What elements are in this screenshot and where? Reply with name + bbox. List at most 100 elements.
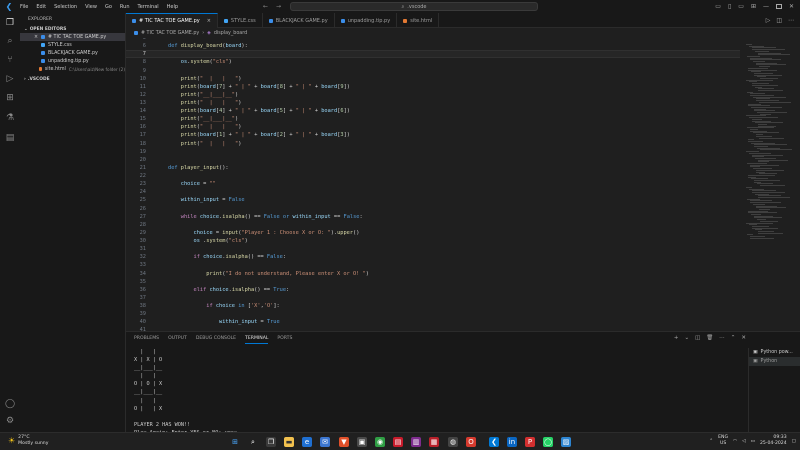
run-icon[interactable]: ▷: [766, 17, 771, 24]
notification-icon[interactable]: ▢: [792, 439, 796, 444]
menu-file[interactable]: File: [20, 4, 28, 10]
code-line[interactable]: 20: [126, 156, 740, 164]
menu-go[interactable]: Go: [105, 4, 112, 10]
code-line[interactable]: 9: [126, 66, 740, 74]
forward-arrow-icon[interactable]: →: [276, 3, 281, 10]
maximize-panel-icon[interactable]: ⌃: [731, 335, 736, 341]
code-line[interactable]: 26: [126, 205, 740, 213]
code-line[interactable]: 33: [126, 261, 740, 269]
new-terminal-icon[interactable]: +: [674, 335, 679, 341]
tab-ports[interactable]: PORTS: [277, 336, 292, 344]
app-red2-icon[interactable]: ▦: [429, 437, 439, 447]
close-icon[interactable]: ×: [34, 35, 38, 40]
minimize-icon[interactable]: —: [763, 3, 769, 10]
account-icon[interactable]: ◯: [4, 398, 16, 410]
brave-icon[interactable]: ▼: [339, 437, 349, 447]
code-line[interactable]: 12 print("__|___|__"): [126, 91, 740, 99]
folder-section[interactable]: › .VSCODE: [20, 75, 125, 83]
breadcrumb-symbol[interactable]: display_board: [214, 31, 247, 36]
linkedin-icon[interactable]: in: [507, 437, 517, 447]
app-gray-icon[interactable]: ◍: [448, 437, 458, 447]
whatsapp-icon[interactable]: ◯: [543, 437, 553, 447]
edge-icon[interactable]: e: [302, 437, 312, 447]
tab-output[interactable]: OUTPUT: [168, 336, 187, 344]
code-line[interactable]: 30 os .system("cls"): [126, 237, 740, 245]
source-control-icon[interactable]: ⑂: [4, 54, 16, 66]
settings-gear-icon[interactable]: ⚙: [4, 415, 16, 427]
code-line[interactable]: 14 print(board[4] + " | " + board[5] + "…: [126, 107, 740, 115]
speaker-icon[interactable]: ◁: [742, 439, 746, 444]
app-purple-icon[interactable]: ▥: [411, 437, 421, 447]
code-line[interactable]: 19: [126, 148, 740, 156]
code-line[interactable]: 23 choice = "": [126, 180, 740, 188]
code-line[interactable]: 38 if choice in ['X','O']:: [126, 302, 740, 310]
code-line[interactable]: 11 print(board[7] + " | " + board[8] + "…: [126, 83, 740, 91]
code-line[interactable]: 6 def display_board(board):: [126, 42, 740, 50]
wifi-icon[interactable]: ◠: [733, 439, 737, 444]
tab-terminal[interactable]: TERMINAL: [245, 336, 269, 344]
code-line[interactable]: 40 within_input = True: [126, 318, 740, 326]
code-line[interactable]: 24: [126, 188, 740, 196]
back-arrow-icon[interactable]: ←: [263, 3, 268, 10]
code-line[interactable]: 28: [126, 221, 740, 229]
more-actions-icon[interactable]: ⋯: [719, 335, 725, 341]
photos-icon[interactable]: ▨: [561, 437, 571, 447]
code-line[interactable]: 18 print(" | | "): [126, 140, 740, 148]
code-line[interactable]: 31: [126, 245, 740, 253]
command-center[interactable]: ⌕ .vscode: [290, 2, 538, 11]
opera-icon[interactable]: O: [466, 437, 476, 447]
open-editor-item[interactable]: × # TIC TAC TOE GAME.py: [20, 33, 125, 41]
extensions-icon[interactable]: ⊞: [4, 92, 16, 104]
app-red-icon[interactable]: ▤: [393, 437, 403, 447]
open-editors-section[interactable]: ⌄ OPEN EDITORS: [20, 25, 125, 33]
language-indicator[interactable]: ENG US: [718, 435, 728, 447]
close-icon[interactable]: ×: [207, 18, 211, 24]
code-line[interactable]: 32 if choice.isalpha() == False:: [126, 253, 740, 261]
task-view-icon[interactable]: ❐: [266, 437, 276, 447]
code-line[interactable]: 29 choice = input("Player 1 : Choose X o…: [126, 229, 740, 237]
code-line[interactable]: 36 elif choice.isalpha() == True:: [126, 286, 740, 294]
open-editor-item[interactable]: STYLE.css: [20, 41, 125, 49]
code-line[interactable]: 13 print(" | | "): [126, 99, 740, 107]
terminal-item[interactable]: ▣ Python: [749, 357, 800, 366]
menu-run[interactable]: Run: [120, 4, 130, 10]
windows-start-icon[interactable]: ⊞: [230, 437, 240, 447]
open-editor-item[interactable]: unpadding.tip.py: [20, 57, 125, 65]
code-line[interactable]: 22: [126, 172, 740, 180]
chrome-icon[interactable]: ◉: [375, 437, 385, 447]
code-line[interactable]: 39: [126, 310, 740, 318]
explorer-icon[interactable]: ❐: [4, 17, 16, 29]
breadcrumb-file[interactable]: # TIC TAC TOE GAME.py: [141, 31, 199, 36]
tab-unpadding[interactable]: unpadding.tip.py: [335, 13, 398, 28]
more-actions-icon[interactable]: ⋯: [788, 17, 794, 24]
chevron-up-icon[interactable]: ⌃: [709, 439, 713, 444]
code-line[interactable]: 37: [126, 294, 740, 302]
code-line[interactable]: 15 print("__|___|__"): [126, 115, 740, 123]
close-panel-icon[interactable]: ✕: [741, 335, 746, 341]
app-icon[interactable]: ▣: [357, 437, 367, 447]
layout-icon[interactable]: ▭: [715, 3, 721, 10]
open-editor-item[interactable]: site.html C:\Users\aiz\New folder (2): [20, 65, 125, 73]
weather-widget[interactable]: ☀ 27°C Mostly sunny: [8, 435, 48, 446]
layout-icon-4[interactable]: ⊞: [751, 3, 756, 10]
tab-style-css[interactable]: STYLE.css: [218, 13, 263, 28]
menu-terminal[interactable]: Terminal: [138, 4, 159, 10]
code-line[interactable]: 27 while choice.isalpha() == False or wi…: [126, 213, 740, 221]
tab-blackjack[interactable]: BLACKJACK GAME.py: [263, 13, 335, 28]
code-line[interactable]: 16 print(" | | "): [126, 123, 740, 131]
code-line[interactable]: 35: [126, 278, 740, 286]
split-terminal-icon[interactable]: ◫: [695, 335, 700, 341]
minimap[interactable]: [740, 38, 800, 331]
terminal-item[interactable]: ▣ Python pow...: [749, 348, 800, 357]
tab-tic-tac-toe[interactable]: # TIC TAC TOE GAME.py ×: [126, 13, 218, 28]
split-editor-icon[interactable]: ◫: [776, 17, 782, 24]
tab-problems[interactable]: PROBLEMS: [134, 336, 159, 344]
open-editor-item[interactable]: BLACKJACK GAME.py: [20, 49, 125, 57]
file-explorer-icon[interactable]: ▬: [284, 437, 294, 447]
tab-debug-console[interactable]: DEBUG CONSOLE: [196, 336, 236, 344]
menu-selection[interactable]: Selection: [54, 4, 77, 10]
run-debug-icon[interactable]: ▷: [4, 73, 16, 85]
layout-icon-3[interactable]: ▭: [738, 3, 744, 10]
code-editor[interactable]: 5 6 def display_board(board): 7 8 os.system(…: [126, 38, 740, 331]
chevron-down-icon[interactable]: ⌄: [684, 335, 689, 341]
